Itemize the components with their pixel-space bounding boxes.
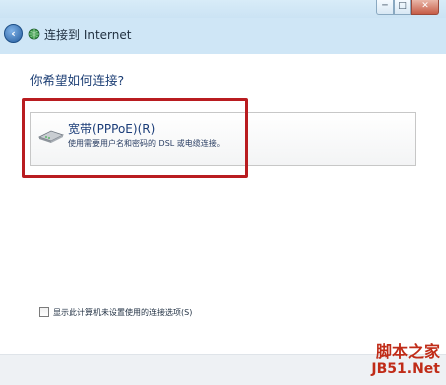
show-options-checkbox[interactable] — [39, 307, 49, 317]
page-question: 你希望如何连接? — [30, 73, 125, 88]
watermark-url: JB51.Net — [371, 361, 440, 377]
watermark-text: 脚本之家 — [375, 342, 440, 361]
window-title: 连接到 Internet — [44, 28, 132, 42]
window-title-bar: ─ □ ✕ — [0, 0, 446, 18]
red-highlight-box — [22, 98, 248, 178]
close-button[interactable]: ✕ — [411, 0, 439, 15]
minimize-button[interactable]: ─ — [376, 0, 394, 15]
navigation-bar: ‹ 连接到 Internet — [0, 18, 446, 54]
network-globe-icon — [28, 28, 40, 40]
wizard-content: 你希望如何连接? 宽带(PPPoE)(R) 使用需要用户名和密码的 DSL 或电… — [0, 54, 446, 354]
back-arrow-icon[interactable]: ‹ — [4, 24, 23, 43]
maximize-button[interactable]: □ — [394, 0, 411, 15]
show-options-label: 显示此计算机未设置使用的连接选项(S) — [53, 308, 193, 317]
